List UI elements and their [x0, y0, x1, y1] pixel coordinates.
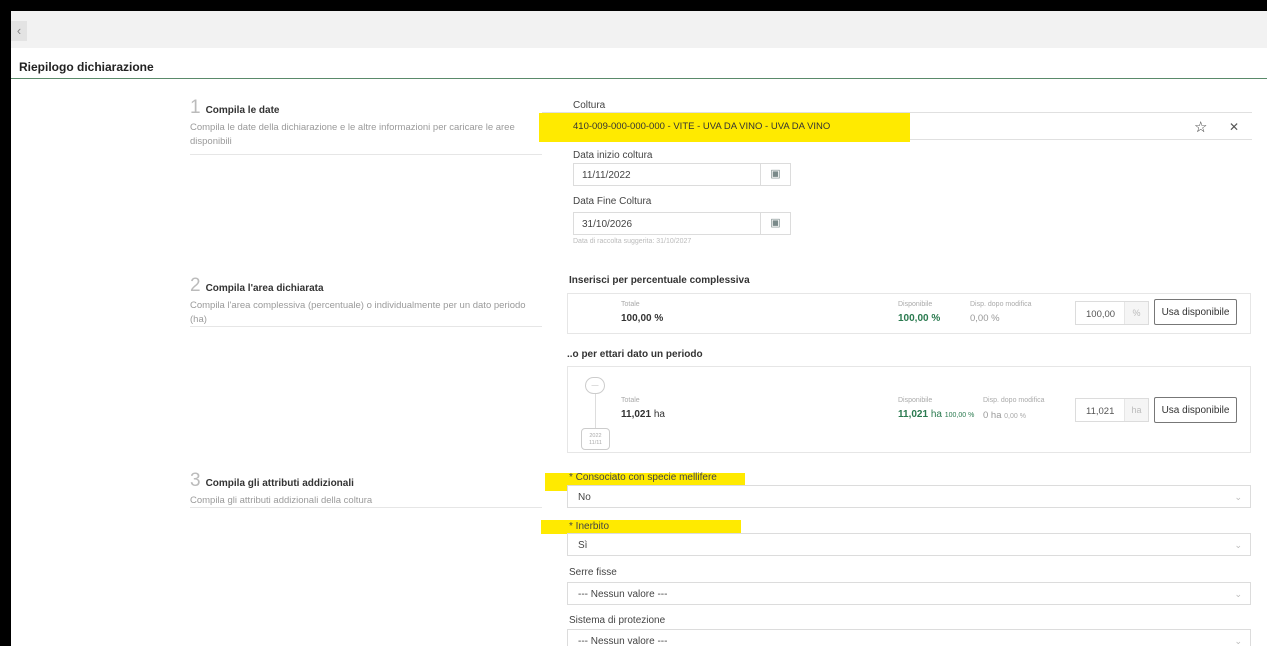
timeline-line	[595, 394, 596, 428]
usa-disponibile-ettari-button[interactable]: Usa disponibile	[1154, 397, 1237, 423]
data-inizio-value: 11/11/2022	[582, 170, 631, 181]
sistema-protezione-value: --- Nessun valore ---	[578, 636, 668, 646]
data-inizio-label: Data inizio coltura	[573, 150, 653, 161]
percentuale-input[interactable]: 100,00 %	[1075, 301, 1149, 325]
calendar-icon[interactable]: ▣	[760, 213, 790, 234]
percentuale-disp-dopo-label: Disp. dopo modifica	[970, 301, 1032, 308]
step-2: 2 Compila l'area dichiarata Compila l'ar…	[190, 275, 542, 327]
page-title: Riepilogo dichiarazione	[19, 60, 154, 74]
inerbito-label: * Inerbito	[569, 521, 610, 532]
step-1: 1 Compila le date Compila le date della …	[190, 97, 542, 155]
ettari-disponibile-value: 11,021	[898, 409, 929, 420]
step-2-number: 2	[190, 275, 201, 296]
sistema-protezione-label: Sistema di protezione	[569, 615, 666, 626]
percentuale-disp-dopo-value: 0,00 %	[970, 313, 1000, 324]
sistema-protezione-select[interactable]: --- Nessun valore --- ⌄	[567, 629, 1251, 646]
timeline-date-year: 2022	[589, 433, 602, 439]
ettari-disp-dopo: 0 ha 0,00 %	[983, 410, 1026, 421]
consociato-label: * Consociato con specie mellifere	[569, 472, 717, 483]
ettari-input-value: 11,021	[1086, 406, 1115, 417]
ettari-disponibile-pct: 100,00 %	[944, 412, 975, 419]
app-screen: ‹ Riepilogo dichiarazione 1 Compila le d…	[11, 11, 1267, 646]
step-1-number: 1	[190, 97, 201, 118]
chevron-down-icon: ⌄	[1234, 636, 1242, 646]
step-3: 3 Compila gli attributi addizionali Comp…	[190, 470, 542, 508]
percentuale-totale-label: Totale	[621, 301, 640, 308]
consociato-value: No	[578, 492, 591, 503]
ettari-disp-dopo-label: Disp. dopo modifica	[983, 397, 1045, 404]
ettari-disp-dopo-pct: 0,00 %	[1004, 413, 1026, 420]
data-fine-label: Data Fine Coltura	[573, 196, 652, 207]
timeline-date-day: 11/11	[589, 440, 602, 446]
back-button[interactable]: ‹	[11, 21, 27, 41]
calendar-icon[interactable]: ▣	[760, 164, 790, 185]
data-fine-input[interactable]: 31/10/2026 ▣	[573, 212, 791, 235]
percentuale-heading: Inserisci per percentuale complessiva	[569, 275, 750, 286]
serre-fisse-label: Serre fisse	[569, 567, 617, 578]
ettari-heading: ..o per ettari dato un periodo	[567, 349, 703, 360]
star-icon[interactable]: ☆	[1194, 118, 1207, 136]
ettari-unit: ha	[1124, 399, 1148, 421]
ettari-input[interactable]: 11,021 ha	[1075, 398, 1149, 422]
ettari-disponibile: 11,021 ha 100,00 %	[898, 409, 974, 420]
ettari-totale-unit: ha	[653, 409, 665, 420]
ettari-disponibile-label: Disponibile	[898, 397, 933, 404]
top-bar: ‹	[11, 11, 1267, 48]
ettari-totale: 11,021 ha	[621, 409, 665, 420]
chevron-down-icon: ⌄	[1234, 492, 1242, 502]
data-fine-value: 31/10/2026	[582, 219, 633, 230]
step-2-title: Compila l'area dichiarata	[205, 283, 324, 294]
coltura-label: Coltura	[573, 100, 606, 111]
serre-fisse-value: --- Nessun valore ---	[578, 589, 668, 600]
percentuale-disponibile-value: 100,00 %	[898, 313, 941, 324]
chevron-down-icon: ⌄	[1234, 540, 1242, 550]
inerbito-select[interactable]: Sì ⌄	[567, 533, 1251, 556]
data-inizio-input[interactable]: 11/11/2022 ▣	[573, 163, 791, 186]
ettari-disponibile-unit: ha	[930, 409, 942, 420]
percentuale-disponibile-label: Disponibile	[898, 301, 933, 308]
step-2-description: Compila l'area complessiva (percentuale)…	[190, 300, 526, 325]
percentuale-input-value: 100,00	[1086, 309, 1116, 320]
chevron-down-icon: ⌄	[1234, 589, 1242, 599]
step-3-description: Compila gli attributi addizionali della …	[190, 495, 373, 506]
ettari-totale-label: Totale	[621, 397, 640, 404]
hint-raccolta: Data di raccolta suggerita: 31/10/2027	[573, 238, 692, 245]
ettari-disp-dopo-value: 0 ha	[983, 410, 1002, 421]
ettari-totale-value: 11,021	[621, 409, 652, 420]
coltura-value: 410-009-000-000-000 - VITE - UVA DA VINO…	[573, 121, 831, 132]
step-3-number: 3	[190, 470, 201, 491]
step-1-title: Compila le date	[205, 105, 280, 116]
page-header: Riepilogo dichiarazione	[11, 48, 1267, 79]
close-icon[interactable]: ✕	[1229, 120, 1239, 134]
usa-disponibile-percentuale-button[interactable]: Usa disponibile	[1154, 299, 1237, 325]
timeline-collapse-toggle[interactable]: —	[585, 377, 605, 394]
step-3-title: Compila gli attributi addizionali	[205, 478, 354, 489]
inerbito-value: Sì	[578, 540, 588, 551]
step-1-description: Compila le date della dichiarazione e le…	[190, 122, 515, 147]
consociato-select[interactable]: No ⌄	[567, 485, 1251, 508]
timeline-date[interactable]: 2022 11/11	[581, 428, 610, 450]
serre-fisse-select[interactable]: --- Nessun valore --- ⌄	[567, 582, 1251, 605]
percentuale-totale-value: 100,00 %	[621, 313, 664, 324]
percentuale-unit: %	[1124, 302, 1148, 324]
